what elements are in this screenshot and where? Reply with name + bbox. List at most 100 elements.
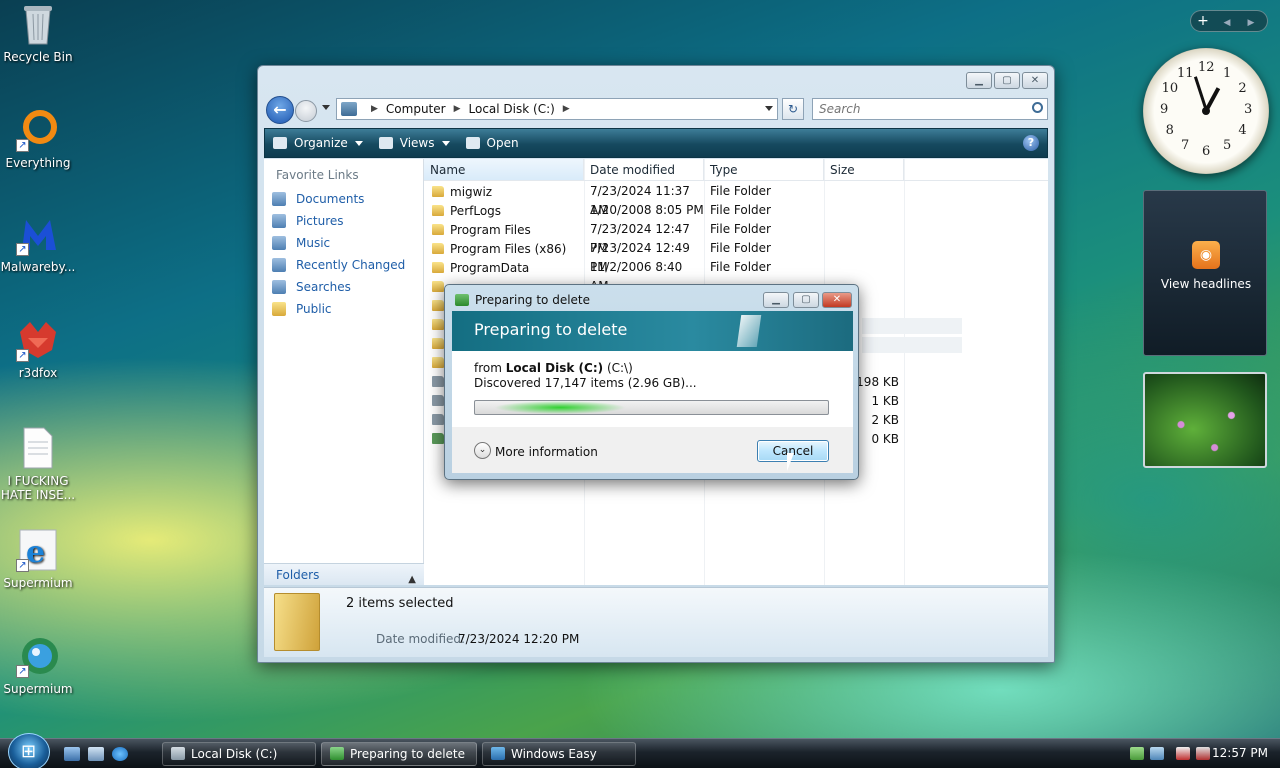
maximize-button[interactable]: ▢ [793,292,819,308]
desktop-icon-text-document[interactable]: I FUCKING HATE INSE... [0,426,76,502]
malwarebytes-icon: ↗ [16,212,60,256]
taskbar-button-local-disk[interactable]: Local Disk (C:) [162,742,316,766]
folder-icon [274,593,320,651]
breadcrumb-local-disk[interactable]: Local Disk (C:) [469,102,555,116]
help-icon[interactable]: ? [1023,135,1039,151]
organize-button[interactable]: Organize [265,130,371,156]
view-headlines-label: View headlines [1160,277,1252,291]
desktop-icon-label: I FUCKING HATE INSE... [0,474,76,502]
column-header-type[interactable]: Type [704,159,824,180]
window-caption-buttons: ▁ ▢ ✕ [966,72,1048,89]
nav-link-label: Public [296,302,332,316]
minimize-button[interactable]: ▁ [763,292,789,308]
folder-icon [432,300,444,311]
from-location: Local Disk (C:) [505,361,604,375]
search-icon[interactable] [1032,102,1043,113]
nav-link-recently-changed[interactable]: Recently Changed [264,254,423,276]
chevron-down-icon[interactable]: ⌄ [474,442,491,459]
desktop-icon-malwarebytes[interactable]: ↗ Malwareby... [0,212,76,274]
file-name: migwiz [450,184,493,199]
table-row[interactable]: Program Files (x86) 7/23/2024 12:49 PM F… [424,239,1048,274]
network-disconnected-icon[interactable] [1176,747,1190,760]
taskbar-button-preparing-to-delete[interactable]: Preparing to delete [321,742,477,766]
start-button[interactable] [8,733,50,768]
from-path: (C:\) [606,361,633,375]
desktop-icon-label: Recycle Bin [3,50,73,64]
table-row[interactable]: PerfLogs 1/20/2008 8:05 PM File Folder [424,201,1048,220]
open-label: Open [486,136,519,150]
supermium-globe-icon: ↗ [16,634,60,678]
feed-headlines-gadget[interactable]: ◉ View headlines [1143,190,1267,356]
network-sharing-icon[interactable] [1130,747,1144,760]
column-header-date[interactable]: Date modified [584,159,704,180]
forward-button[interactable] [295,100,317,122]
tray-clock[interactable]: 12:57 PM [1212,746,1268,760]
folders-toggle[interactable]: Folders ▲ [264,563,424,585]
recently-changed-icon [272,258,286,272]
desktop-icon-supermium[interactable]: ↗ Supermium [0,634,76,696]
close-button[interactable]: ✕ [1022,72,1048,89]
desktop-icon-supermium-ie[interactable]: e ↗ Supermium [0,528,76,590]
refresh-button[interactable]: ↻ [782,98,804,120]
desktop-icon-label: Supermium [3,576,73,590]
clock-gadget[interactable]: 12 1 2 3 4 5 6 7 8 9 10 11 [1143,48,1269,174]
internet-explorer-icon: e ↗ [16,528,60,572]
nav-link-public[interactable]: Public [264,298,423,320]
safety-icon[interactable] [1150,747,1164,760]
back-button[interactable]: ← [266,96,294,124]
switch-windows-icon[interactable] [88,747,104,761]
nav-link-music[interactable]: Music [264,232,423,254]
table-row[interactable]: Program Files 7/23/2024 12:47 PM File Fo… [424,220,1048,255]
open-button[interactable]: Open [458,130,527,156]
nav-link-pictures[interactable]: Pictures [264,210,423,232]
address-row: ← ▶ Computer ▶ Local Disk (C:) ▶ ↻ [266,96,1048,124]
folder-icon [432,186,444,197]
chevron-down-icon [354,140,363,146]
add-gadget-button[interactable]: + [1191,11,1215,31]
column-header-size[interactable]: Size [824,159,904,180]
taskbar-button-easy-transfer[interactable]: Windows Easy Trans... [482,742,636,766]
search-input[interactable] [812,98,1048,120]
breadcrumb-separator-icon[interactable]: ▶ [454,104,461,114]
close-button[interactable]: ✕ [822,292,852,308]
more-information-link[interactable]: More information [495,445,598,459]
file-date: 1/20/2008 8:05 PM [590,203,704,217]
address-dropdown-icon[interactable] [765,106,773,111]
table-row[interactable]: migwiz 7/23/2024 11:37 AM File Folder [424,182,1048,217]
internet-explorer-icon[interactable] [112,747,128,761]
clock-number: 6 [1202,144,1211,159]
desktop-icon-r3dfox[interactable]: ↗ r3dfox [0,318,76,380]
rss-icon: ◉ [1192,241,1220,269]
desktop-icon-label: r3dfox [18,366,58,380]
show-desktop-icon[interactable] [64,747,80,761]
previous-page-button[interactable]: ◀ [1215,13,1239,33]
file-type: File Folder [710,241,771,255]
slideshow-gadget[interactable] [1143,372,1267,468]
computer-icon [341,102,357,116]
file-icon [432,395,444,406]
recent-pages-dropdown[interactable] [322,105,330,110]
shortcut-arrow-icon: ↗ [16,665,29,678]
breadcrumb-separator-icon[interactable]: ▶ [563,104,570,114]
maximize-button[interactable]: ▢ [994,72,1020,89]
file-date: 11/2/2006 8:40 AM [590,260,683,293]
shortcut-arrow-icon: ↗ [16,559,29,572]
column-header-name[interactable]: Name [424,159,584,180]
address-bar[interactable]: ▶ Computer ▶ Local Disk (C:) ▶ [336,98,778,120]
breadcrumb-separator-icon[interactable]: ▶ [371,104,378,114]
next-page-button[interactable]: ▶ [1239,13,1263,33]
date-modified-value: 7/23/2024 12:20 PM [458,632,580,646]
dialog-title: Preparing to delete [475,293,591,307]
desktop-icon-everything[interactable]: ↗ Everything [0,108,76,170]
table-row[interactable]: ProgramData 11/2/2006 8:40 AM File Folde… [424,258,1048,293]
desktop-icon-recycle-bin[interactable]: Recycle Bin [0,2,76,64]
minimize-button[interactable]: ▁ [966,72,992,89]
volume-muted-icon[interactable] [1196,747,1210,760]
breadcrumb-computer[interactable]: Computer [386,102,446,116]
folder-icon [432,243,444,254]
nav-link-searches[interactable]: Searches [264,276,423,298]
views-button[interactable]: Views [371,130,458,156]
task-label: Local Disk (C:) [191,747,278,761]
nav-link-documents[interactable]: Documents [264,188,423,210]
sidebar-controls: + ◀ ▶ [1190,10,1268,32]
